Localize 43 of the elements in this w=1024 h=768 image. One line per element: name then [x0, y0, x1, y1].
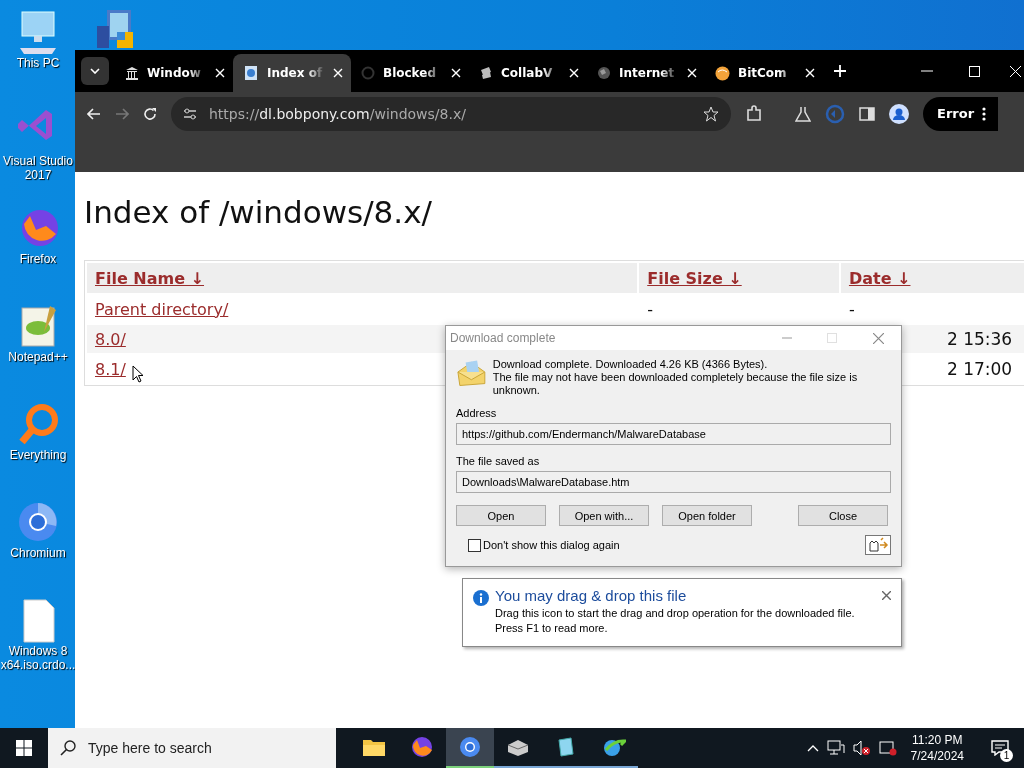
- dialog-message: The file may not have been downloaded completely because the file size is unknown.: [492, 371, 859, 397]
- desktop-icon-label[interactable]: Visual Studio 2017: [0, 154, 76, 182]
- desktop-icon-label[interactable]: Notepad++: [0, 350, 76, 364]
- saved-path-field[interactable]: Downloads\MalwareDatabase.htm: [456, 471, 891, 493]
- address-bar[interactable]: https://dl.bobpony.com/windows/8.x/: [171, 96, 731, 131]
- saved-as-label: The file saved as: [456, 455, 541, 467]
- desktop-icon-label[interactable]: Windows 8 x64.iso.crdo...: [0, 644, 76, 672]
- tooltip-text: Drag this icon to start the drag and drop operation for the downloaded file. Press F1 to read more.: [495, 606, 856, 636]
- file-size-text: -: [647, 299, 653, 319]
- directory-link[interactable]: 8.0/: [95, 329, 126, 349]
- date-text: 2 15:36: [946, 329, 1013, 349]
- dialog-button[interactable]: Open folder: [662, 505, 752, 526]
- address-field[interactable]: https://github.com/Endermanch/MalwareDatabase: [456, 423, 891, 445]
- browser-tab[interactable]: Internet: [587, 58, 705, 88]
- browser-tab[interactable]: CollabV: [469, 58, 587, 88]
- dialog-button[interactable]: Open: [456, 505, 546, 526]
- search-field[interactable]: Type here to search: [48, 728, 336, 768]
- dialog-button[interactable]: Open with...: [559, 505, 649, 526]
- browser-tab[interactable]: Index of: [233, 54, 351, 92]
- browser-tab[interactable]: Window: [115, 58, 233, 88]
- page-heading: Index of /windows/8.x/: [84, 194, 433, 230]
- date-text: -: [848, 299, 855, 319]
- address-label: Address: [456, 407, 498, 419]
- date-text: 2 17:00: [946, 359, 1013, 379]
- dialog-button[interactable]: Close: [798, 505, 888, 526]
- notifications-button[interactable]: 1: [982, 728, 1018, 768]
- directory-link[interactable]: 8.1/: [95, 359, 126, 379]
- dialog-message: Download complete. Downloaded 4.26 KB (4366 Bytes).: [492, 358, 769, 371]
- profile-error-button[interactable]: Error: [923, 96, 999, 131]
- directory-link[interactable]: Parent directory/: [95, 299, 229, 319]
- browser-tab[interactable]: Blocked: [351, 58, 469, 88]
- browser-tab[interactable]: BitCom: [705, 58, 823, 88]
- dialog-title: Download complete: [450, 331, 557, 345]
- desktop-icon-label[interactable]: This PC: [0, 56, 76, 70]
- column-header-link[interactable]: File Name ↓: [95, 268, 204, 288]
- checkbox-label: Don't show this dialog again: [483, 539, 621, 551]
- clock[interactable]: 11:20 PM 7/24/2024: [910, 732, 964, 764]
- notification-count: 1: [1000, 749, 1013, 762]
- tooltip-title: You may drag & drop this file: [495, 587, 688, 604]
- url-text: https://dl.bobpony.com/windows/8.x/: [209, 105, 467, 122]
- desktop-icon-label[interactable]: Firefox: [0, 252, 76, 266]
- desktop-icon-label[interactable]: Everything: [0, 448, 76, 462]
- desktop-icon-label[interactable]: Chromium: [0, 546, 76, 560]
